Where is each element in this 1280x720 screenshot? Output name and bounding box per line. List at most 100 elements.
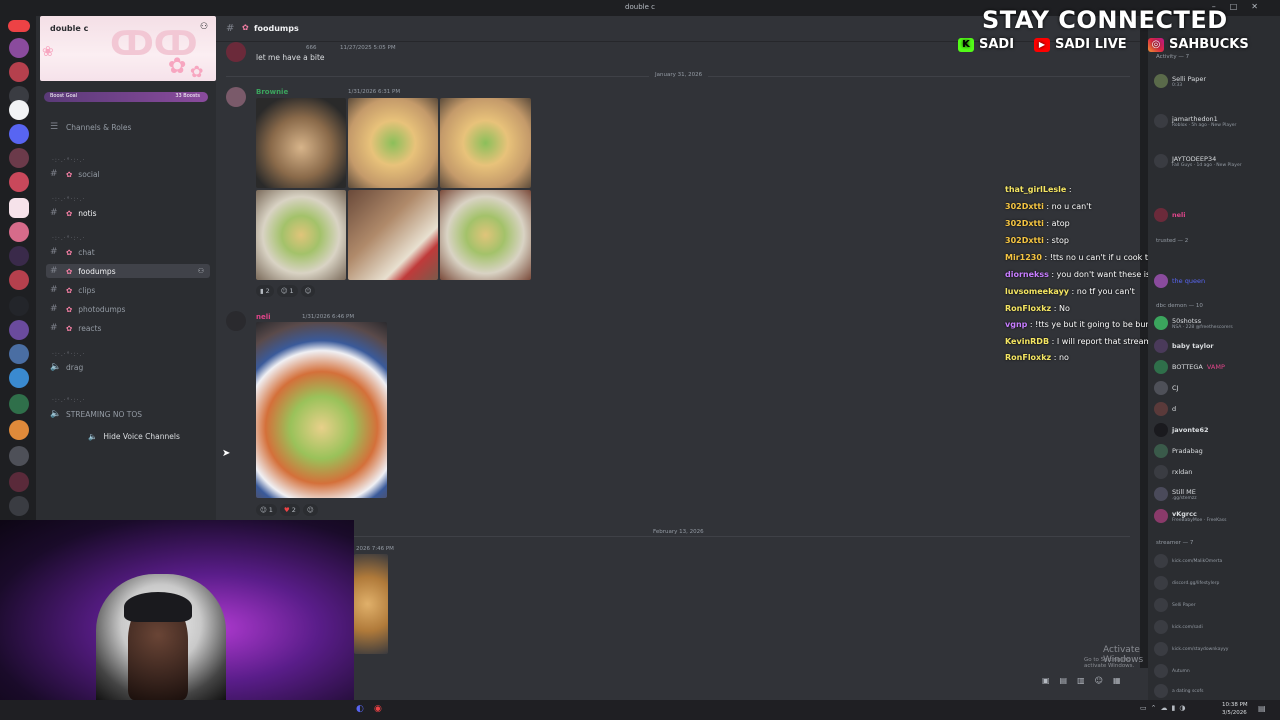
add-reaction-button[interactable]: ☺ <box>300 285 316 297</box>
avatar[interactable] <box>226 311 246 331</box>
avatar <box>1154 509 1168 523</box>
member-item[interactable]: discord.gg/lifestylerp <box>1154 576 1219 590</box>
obs-taskbar-icon[interactable]: ◉ <box>374 704 382 714</box>
stream-chat-line: RonFloxkz : no <box>1005 353 1069 362</box>
clock-date[interactable]: 3/5/2026 <box>1222 710 1247 716</box>
member-item[interactable]: Selli Paper <box>1154 598 1196 612</box>
add-reaction-button[interactable]: ☺ <box>302 504 318 516</box>
activity-item[interactable]: Selli Paper 0:33 <box>1154 74 1206 88</box>
list-icon: ☰ <box>50 122 59 132</box>
new-badge-icon[interactable] <box>8 20 30 32</box>
food-photo[interactable] <box>440 190 531 280</box>
member-item[interactable]: the queen <box>1154 274 1205 288</box>
channel-streaming-no-tos[interactable]: 🔈 STREAMING NO TOS <box>50 407 142 421</box>
server-icon[interactable] <box>9 270 29 290</box>
member-item[interactable]: a dating scofs <box>1154 684 1203 698</box>
food-photo[interactable] <box>354 554 388 654</box>
hide-voice-channels-button[interactable]: 🔈 Hide Voice Channels <box>88 429 180 443</box>
member-item[interactable]: rxldan <box>1154 465 1192 479</box>
member-item[interactable]: Pradabag <box>1154 444 1203 458</box>
server-icon[interactable] <box>9 344 29 364</box>
member-item[interactable]: vKgrcc FreeBabyMoe · FreeKass <box>1154 509 1226 523</box>
server-icon[interactable] <box>9 62 29 82</box>
category-divider: ·:·.·°·:·.· <box>52 351 86 358</box>
server-icon[interactable] <box>9 148 29 168</box>
food-photo[interactable] <box>348 98 438 188</box>
message-input-area[interactable]: ▣▤▥☺▦ <box>216 668 1148 700</box>
server-icon[interactable] <box>9 446 29 466</box>
hashtag-icon: # <box>50 208 58 218</box>
channel-chat[interactable]: # ✿ chat <box>50 245 95 259</box>
server-icon[interactable] <box>9 38 29 58</box>
member-item[interactable]: 50shotss NSA · 228 @freethescorers <box>1154 316 1233 330</box>
server-icon[interactable] <box>9 124 29 144</box>
speaker-icon: 🔈 <box>50 362 62 372</box>
instagram-icon: ◎ <box>1148 37 1164 52</box>
channel-notis[interactable]: # ✿ notis <box>50 206 97 220</box>
avatar <box>1154 664 1168 678</box>
member-item[interactable]: neli <box>1154 208 1186 222</box>
message-timestamp: 1/31/2026 6:31 PM <box>348 89 401 95</box>
member-item[interactable]: baby taylor <box>1154 339 1214 353</box>
system-tray-icons[interactable]: ▭⌃☁▮◑ <box>1140 704 1189 712</box>
channel-reacts[interactable]: # ✿ reacts <box>50 321 101 335</box>
member-item[interactable]: CJ <box>1154 381 1178 395</box>
speaker-icon: 🔈 <box>50 409 62 419</box>
food-photo[interactable] <box>256 98 346 188</box>
channel-social[interactable]: # ✿ social <box>50 167 100 181</box>
emoji-icon: ☺ <box>280 287 288 295</box>
member-item[interactable]: d <box>1154 402 1176 416</box>
kick-handle: K SADI <box>958 37 1014 52</box>
channels-and-roles[interactable]: ☰ Channels & Roles <box>50 120 131 134</box>
channel-clips[interactable]: # ✿ clips <box>50 283 95 297</box>
server-icon[interactable] <box>9 368 29 388</box>
food-photo[interactable] <box>256 322 387 498</box>
avatar[interactable] <box>226 42 246 62</box>
hashtag-icon: # <box>50 304 58 314</box>
member-item[interactable]: kick.com/MalikOmerta <box>1154 554 1222 568</box>
member-item[interactable]: javonte62 <box>1154 423 1209 437</box>
activity-item[interactable]: JAYTODEEP34 Fall Guys · 1d ago · New Play… <box>1154 154 1242 168</box>
clock-time[interactable]: 10:38 PM <box>1222 702 1248 708</box>
member-item[interactable]: kick.com/sadi <box>1154 620 1203 634</box>
message-author[interactable]: Brownie <box>256 88 288 96</box>
member-item[interactable]: Still ME .gg/stemzz <box>1154 487 1197 501</box>
channel-drag[interactable]: 🔈 drag <box>50 360 83 374</box>
reaction-pill[interactable]: ☺ 1 <box>276 285 298 297</box>
heart-icon: ♥ <box>283 506 290 514</box>
food-photo[interactable] <box>256 190 346 280</box>
boost-goal-bar[interactable]: Boost Goal 33 Boosts <box>44 92 208 102</box>
reaction-pill[interactable]: ♥ 2 <box>279 504 300 516</box>
server-icon[interactable] <box>9 246 29 266</box>
reaction-pill[interactable]: ▮ 2 <box>256 285 274 297</box>
input-toolbar-icons[interactable]: ▣▤▥☺▦ <box>1042 676 1131 685</box>
member-item[interactable]: kick.com/staydownkayyy <box>1154 642 1228 656</box>
server-icon[interactable] <box>9 394 29 414</box>
reaction-pill[interactable]: ☺ 1 <box>256 504 277 516</box>
current-server-icon[interactable] <box>9 198 29 218</box>
invite-icon[interactable]: ⚇ <box>198 267 204 275</box>
server-icon[interactable] <box>9 320 29 340</box>
channel-foodumps[interactable]: # ✿ foodumps ⚇ <box>46 264 210 278</box>
server-icon[interactable] <box>9 222 29 242</box>
message-text: let me have a bite <box>256 53 325 62</box>
category-divider: ·:·.·°·:·.· <box>52 235 86 242</box>
server-icon[interactable] <box>9 420 29 440</box>
server-icon[interactable] <box>9 100 29 120</box>
server-banner[interactable]: double c ⚇ ↀↀ ✿ ✿ ❀ <box>40 16 216 81</box>
notification-icon[interactable]: ▤ <box>1258 704 1266 713</box>
server-icon[interactable] <box>9 296 29 316</box>
server-icon[interactable] <box>9 496 29 516</box>
channel-photodumps[interactable]: # ✿ photodumps <box>50 302 125 316</box>
food-photo[interactable] <box>440 98 531 188</box>
member-item[interactable]: BOTTEGA VAMP <box>1154 360 1225 374</box>
avatar[interactable] <box>226 87 246 107</box>
discord-taskbar-icon[interactable]: ◐ <box>356 704 364 714</box>
server-icon[interactable] <box>9 172 29 192</box>
member-item[interactable]: Autumn <box>1154 664 1190 678</box>
add-member-icon[interactable]: ⚇ <box>200 22 208 32</box>
message-author[interactable]: neli <box>256 313 271 321</box>
activity-item[interactable]: jamarthedon1 Roblox · 5h ago · New Player <box>1154 114 1236 128</box>
server-icon[interactable] <box>9 472 29 492</box>
food-photo[interactable] <box>348 190 438 280</box>
